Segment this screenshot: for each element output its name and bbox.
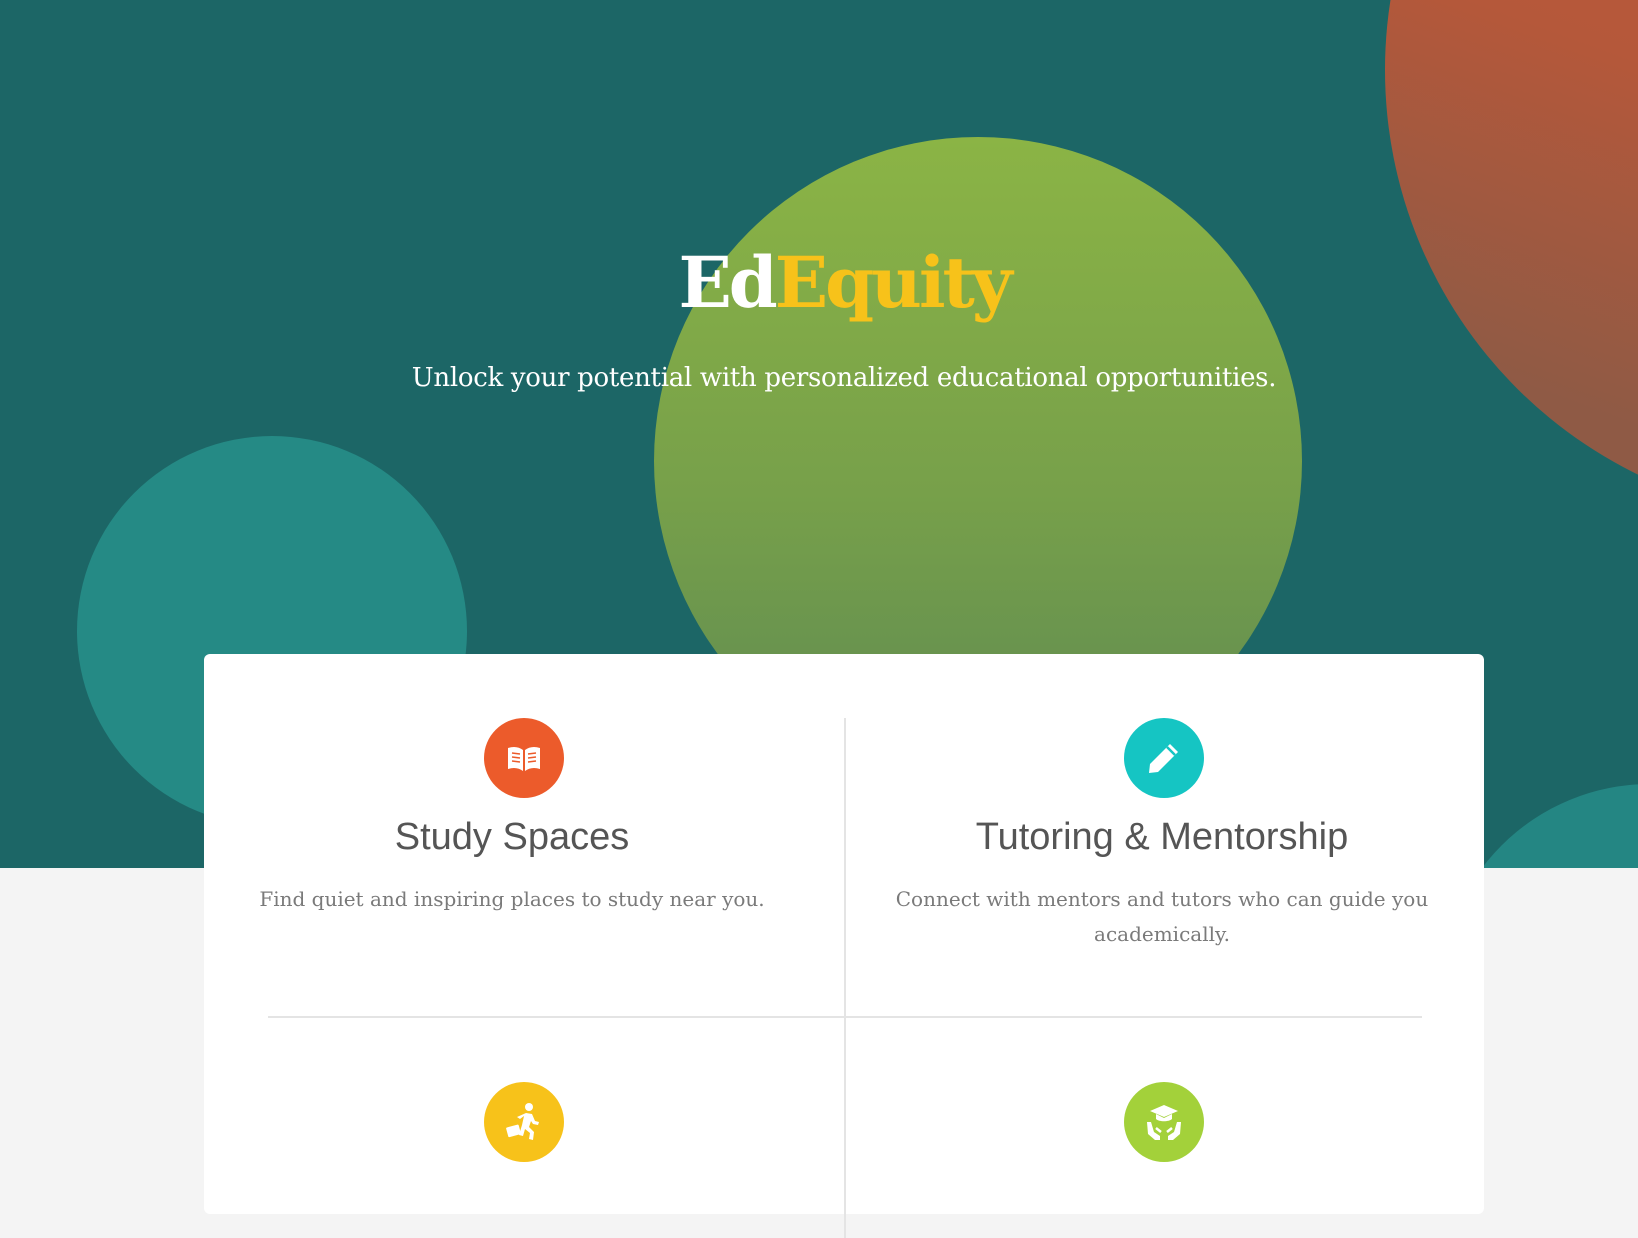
feature-icon-circle [1124, 718, 1204, 798]
pencil-icon [1149, 744, 1178, 773]
brand-part-ed: Ed [678, 241, 777, 324]
divider-horizontal-left [268, 1016, 844, 1018]
feature-title: Study Spaces [394, 816, 630, 858]
walking-briefcase-icon [506, 1103, 539, 1140]
feature-title: Tutoring & Mentorship [975, 816, 1349, 858]
hero-tagline: Unlock your potential with personalized … [411, 363, 1277, 393]
features-card: Study Spaces Find quiet and inspiring pl… [204, 654, 1484, 1238]
feature-icon-circle [484, 718, 564, 798]
feature-icon-circle [1124, 1082, 1204, 1162]
divider-horizontal-right [846, 1016, 1422, 1018]
brand-part-equity: Equity [774, 241, 1013, 324]
feature-description: Connect with mentors and tutors who can … [895, 887, 1429, 946]
feature-icon-circle [484, 1082, 564, 1162]
brand-logo: EdEquity [0, 243, 1638, 323]
feature-description: Find quiet and inspiring places to study… [259, 887, 765, 911]
divider-vertical [844, 718, 846, 1238]
open-book-icon [508, 746, 540, 771]
graduation-cap-hands-icon [1147, 1105, 1181, 1140]
